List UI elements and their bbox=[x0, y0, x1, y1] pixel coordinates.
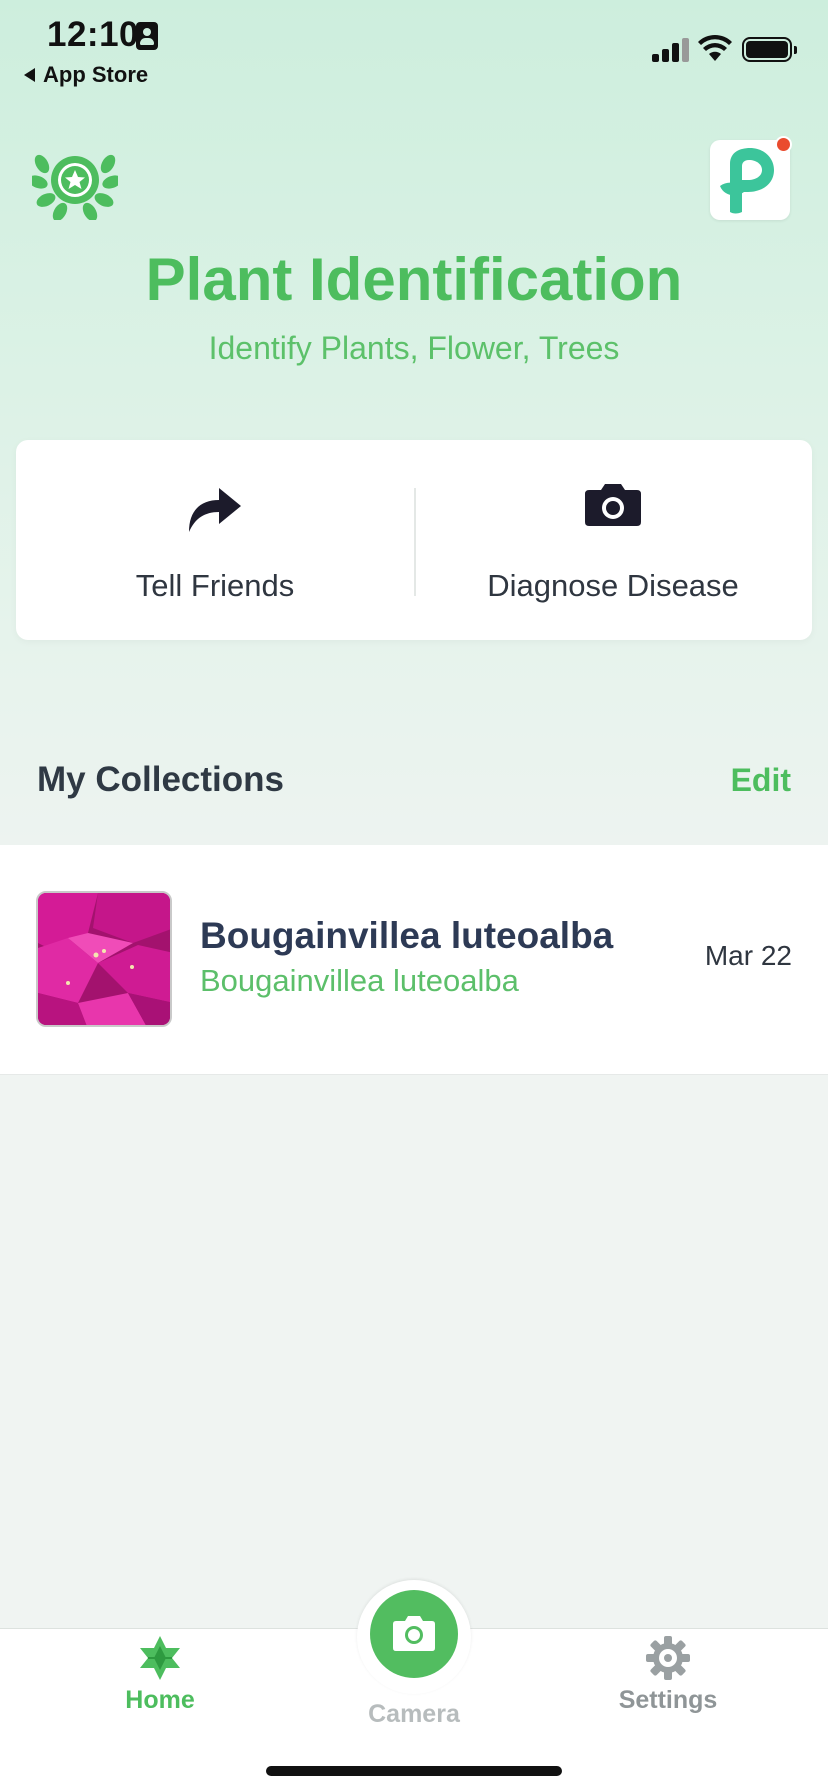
plant-scientific-name: Bougainvillea luteoalba bbox=[200, 963, 519, 998]
tell-friends-button[interactable]: Tell Friends bbox=[16, 440, 414, 640]
plant-date: Mar 22 bbox=[704, 940, 792, 971]
plant-name: Bougainvillea luteoalba bbox=[200, 915, 614, 956]
plant-p-logo-icon bbox=[720, 148, 774, 214]
header-background bbox=[0, 0, 828, 845]
tab-home[interactable]: Home bbox=[100, 1634, 220, 1715]
home-indicator bbox=[266, 1766, 562, 1776]
back-to-app-store-link[interactable]: App Store bbox=[24, 62, 148, 88]
tab-home-label: Home bbox=[125, 1686, 195, 1714]
camera-icon bbox=[393, 1616, 435, 1651]
camera-tab-button[interactable] bbox=[370, 1590, 458, 1678]
wifi-icon bbox=[698, 34, 732, 61]
back-triangle-icon bbox=[24, 68, 35, 82]
page-title: Plant Identification bbox=[145, 246, 683, 313]
collection-item[interactable]: Bougainvillea luteoalba Bougainvillea lu… bbox=[0, 845, 828, 1075]
premium-laurel-icon[interactable] bbox=[32, 142, 118, 220]
notification-dot bbox=[775, 136, 792, 153]
status-bar: 12:10 App Store bbox=[0, 0, 828, 100]
tab-settings-label: Settings bbox=[618, 1686, 718, 1714]
tab-camera-label[interactable]: Camera bbox=[340, 1700, 488, 1729]
person-badge-icon bbox=[136, 22, 158, 50]
back-label: App Store bbox=[43, 62, 149, 87]
bougainvillea-photo bbox=[38, 893, 170, 1025]
cellular-signal-icon bbox=[652, 38, 690, 62]
edit-collections-button[interactable]: Edit bbox=[731, 762, 791, 799]
camera-icon bbox=[585, 484, 641, 526]
app-logo[interactable] bbox=[710, 140, 790, 220]
diagnose-disease-label: Diagnose Disease bbox=[487, 568, 739, 603]
gear-icon bbox=[646, 1636, 690, 1680]
diagnose-disease-button[interactable]: Diagnose Disease bbox=[414, 440, 812, 640]
tab-settings[interactable]: Settings bbox=[600, 1634, 736, 1715]
home-plant-icon bbox=[140, 1636, 180, 1680]
collections-heading: My Collections bbox=[37, 760, 284, 799]
tell-friends-label: Tell Friends bbox=[135, 568, 295, 603]
battery-icon bbox=[742, 37, 797, 62]
status-time: 12:10 bbox=[47, 15, 140, 54]
page-subtitle: Identify Plants, Flower, Trees bbox=[208, 330, 620, 366]
actions-card: Tell Friends Diagnose Disease bbox=[16, 440, 812, 640]
share-arrow-icon bbox=[189, 488, 241, 532]
plant-thumbnail bbox=[36, 891, 172, 1027]
